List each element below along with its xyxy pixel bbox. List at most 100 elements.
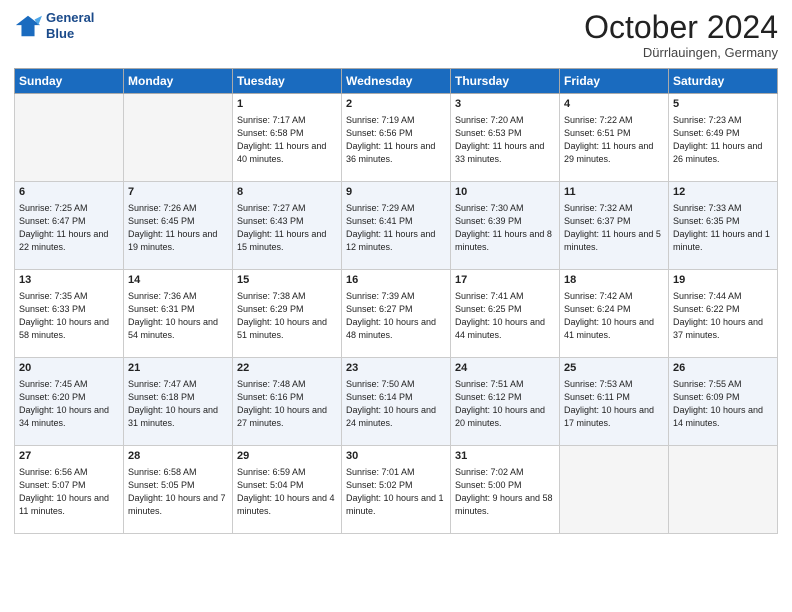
day-number: 24: [455, 361, 555, 376]
day-detail: Sunrise: 7:20 AMSunset: 6:53 PMDaylight:…: [455, 114, 555, 166]
day-number: 11: [564, 185, 664, 200]
day-detail: Sunrise: 6:58 AMSunset: 5:05 PMDaylight:…: [128, 466, 228, 518]
calendar-cell: 7 Sunrise: 7:26 AMSunset: 6:45 PMDaylight…: [124, 182, 233, 270]
calendar-cell: [560, 446, 669, 534]
day-number: 20: [19, 361, 119, 376]
day-number: 6: [19, 185, 119, 200]
calendar-cell: 31 Sunrise: 7:02 AMSunset: 5:00 PMDayligh…: [451, 446, 560, 534]
calendar-cell: 4Sunrise: 7:22 AMSunset: 6:51 PMDaylight…: [560, 94, 669, 182]
day-number: 12: [673, 185, 773, 200]
day-detail: Sunrise: 7:19 AMSunset: 6:56 PMDaylight:…: [346, 114, 446, 166]
day-detail: Sunrise: 7:02 AMSunset: 5:00 PMDaylight:…: [455, 466, 555, 518]
day-detail: Sunrise: 7:27 AMSunset: 6:43 PMDaylight:…: [237, 202, 337, 254]
calendar-cell: 6Sunrise: 7:25 AMSunset: 6:47 PMDaylight…: [15, 182, 124, 270]
calendar-cell: 12 Sunrise: 7:33 AMSunset: 6:35 PMDayligh…: [669, 182, 778, 270]
calendar-table: Sunday Monday Tuesday Wednesday Thursday…: [14, 68, 778, 534]
day-detail: Sunrise: 7:38 AMSunset: 6:29 PMDaylight:…: [237, 290, 337, 342]
calendar-cell: 8 Sunrise: 7:27 AMSunset: 6:43 PMDaylight…: [233, 182, 342, 270]
day-detail: Sunrise: 7:29 AMSunset: 6:41 PMDaylight:…: [346, 202, 446, 254]
day-number: 26: [673, 361, 773, 376]
day-number: 15: [237, 273, 337, 288]
day-number: 7: [128, 185, 228, 200]
calendar-cell: 11 Sunrise: 7:32 AMSunset: 6:37 PMDayligh…: [560, 182, 669, 270]
day-number: 30: [346, 449, 446, 464]
location: Dürrlauingen, Germany: [584, 45, 778, 60]
day-number: 5: [673, 97, 773, 112]
calendar-cell: 10Sunrise: 7:30 AMSunset: 6:39 PMDayligh…: [451, 182, 560, 270]
col-friday: Friday: [560, 69, 669, 94]
day-detail: Sunrise: 7:32 AMSunset: 6:37 PMDaylight:…: [564, 202, 664, 254]
col-thursday: Thursday: [451, 69, 560, 94]
day-detail: Sunrise: 7:47 AMSunset: 6:18 PMDaylight:…: [128, 378, 228, 430]
calendar-cell: 30Sunrise: 7:01 AMSunset: 5:02 PMDayligh…: [342, 446, 451, 534]
calendar-week-row: 20 Sunrise: 7:45 AMSunset: 6:20 PMDayligh…: [15, 358, 778, 446]
calendar-cell: 17Sunrise: 7:41 AMSunset: 6:25 PMDayligh…: [451, 270, 560, 358]
calendar-cell: 25 Sunrise: 7:53 AMSunset: 6:11 PMDayligh…: [560, 358, 669, 446]
day-number: 16: [346, 273, 446, 288]
day-detail: Sunrise: 7:33 AMSunset: 6:35 PMDaylight:…: [673, 202, 773, 254]
day-number: 4: [564, 97, 664, 112]
day-detail: Sunrise: 7:41 AMSunset: 6:25 PMDaylight:…: [455, 290, 555, 342]
calendar-cell: 26 Sunrise: 7:55 AMSunset: 6:09 PMDayligh…: [669, 358, 778, 446]
col-monday: Monday: [124, 69, 233, 94]
header: General Blue October 2024 Dürrlauingen, …: [14, 10, 778, 60]
day-number: 19: [673, 273, 773, 288]
logo-text: General Blue: [46, 10, 94, 41]
day-detail: Sunrise: 7:36 AMSunset: 6:31 PMDaylight:…: [128, 290, 228, 342]
calendar-cell: 16Sunrise: 7:39 AMSunset: 6:27 PMDayligh…: [342, 270, 451, 358]
day-number: 28: [128, 449, 228, 464]
col-wednesday: Wednesday: [342, 69, 451, 94]
calendar-cell: 20 Sunrise: 7:45 AMSunset: 6:20 PMDayligh…: [15, 358, 124, 446]
calendar-cell: 24 Sunrise: 7:51 AMSunset: 6:12 PMDayligh…: [451, 358, 560, 446]
calendar-week-row: 1 Sunrise: 7:17 AMSunset: 6:58 PMDaylight…: [15, 94, 778, 182]
day-number: 31: [455, 449, 555, 464]
calendar-cell: 18Sunrise: 7:42 AMSunset: 6:24 PMDayligh…: [560, 270, 669, 358]
title-block: October 2024 Dürrlauingen, Germany: [584, 10, 778, 60]
day-detail: Sunrise: 7:55 AMSunset: 6:09 PMDaylight:…: [673, 378, 773, 430]
day-number: 29: [237, 449, 337, 464]
day-number: 8: [237, 185, 337, 200]
day-number: 23: [346, 361, 446, 376]
calendar-cell: 29 Sunrise: 6:59 AMSunset: 5:04 PMDayligh…: [233, 446, 342, 534]
day-number: 3: [455, 97, 555, 112]
calendar-cell: 2Sunrise: 7:19 AMSunset: 6:56 PMDaylight…: [342, 94, 451, 182]
col-tuesday: Tuesday: [233, 69, 342, 94]
day-detail: Sunrise: 7:26 AMSunset: 6:45 PMDaylight:…: [128, 202, 228, 254]
day-number: 22: [237, 361, 337, 376]
day-detail: Sunrise: 7:45 AMSunset: 6:20 PMDaylight:…: [19, 378, 119, 430]
calendar-cell: 28 Sunrise: 6:58 AMSunset: 5:05 PMDayligh…: [124, 446, 233, 534]
day-detail: Sunrise: 7:48 AMSunset: 6:16 PMDaylight:…: [237, 378, 337, 430]
header-row: Sunday Monday Tuesday Wednesday Thursday…: [15, 69, 778, 94]
day-detail: Sunrise: 7:53 AMSunset: 6:11 PMDaylight:…: [564, 378, 664, 430]
day-detail: Sunrise: 6:56 AMSunset: 5:07 PMDaylight:…: [19, 466, 119, 518]
calendar-cell: 3 Sunrise: 7:20 AMSunset: 6:53 PMDaylight…: [451, 94, 560, 182]
calendar-cell: 27Sunrise: 6:56 AMSunset: 5:07 PMDayligh…: [15, 446, 124, 534]
day-number: 25: [564, 361, 664, 376]
calendar-cell: 13Sunrise: 7:35 AMSunset: 6:33 PMDayligh…: [15, 270, 124, 358]
day-number: 10: [455, 185, 555, 200]
day-number: 13: [19, 273, 119, 288]
day-detail: Sunrise: 6:59 AMSunset: 5:04 PMDaylight:…: [237, 466, 337, 518]
calendar-cell: 23 Sunrise: 7:50 AMSunset: 6:14 PMDayligh…: [342, 358, 451, 446]
calendar-cell: [124, 94, 233, 182]
day-detail: Sunrise: 7:23 AMSunset: 6:49 PMDaylight:…: [673, 114, 773, 166]
calendar-cell: 9 Sunrise: 7:29 AMSunset: 6:41 PMDaylight…: [342, 182, 451, 270]
logo-icon: [14, 12, 42, 40]
calendar-cell: 22 Sunrise: 7:48 AMSunset: 6:16 PMDayligh…: [233, 358, 342, 446]
day-detail: Sunrise: 7:42 AMSunset: 6:24 PMDaylight:…: [564, 290, 664, 342]
day-detail: Sunrise: 7:44 AMSunset: 6:22 PMDaylight:…: [673, 290, 773, 342]
calendar-cell: 14 Sunrise: 7:36 AMSunset: 6:31 PMDayligh…: [124, 270, 233, 358]
day-number: 9: [346, 185, 446, 200]
day-detail: Sunrise: 7:17 AMSunset: 6:58 PMDaylight:…: [237, 114, 337, 166]
calendar-cell: 15 Sunrise: 7:38 AMSunset: 6:29 PMDayligh…: [233, 270, 342, 358]
day-detail: Sunrise: 7:51 AMSunset: 6:12 PMDaylight:…: [455, 378, 555, 430]
calendar-cell: [15, 94, 124, 182]
calendar-week-row: 27Sunrise: 6:56 AMSunset: 5:07 PMDayligh…: [15, 446, 778, 534]
day-detail: Sunrise: 7:50 AMSunset: 6:14 PMDaylight:…: [346, 378, 446, 430]
calendar-cell: 21Sunrise: 7:47 AMSunset: 6:18 PMDayligh…: [124, 358, 233, 446]
calendar-cell: 1 Sunrise: 7:17 AMSunset: 6:58 PMDaylight…: [233, 94, 342, 182]
page: General Blue October 2024 Dürrlauingen, …: [0, 0, 792, 612]
day-number: 1: [237, 97, 337, 112]
day-number: 14: [128, 273, 228, 288]
calendar-week-row: 6Sunrise: 7:25 AMSunset: 6:47 PMDaylight…: [15, 182, 778, 270]
